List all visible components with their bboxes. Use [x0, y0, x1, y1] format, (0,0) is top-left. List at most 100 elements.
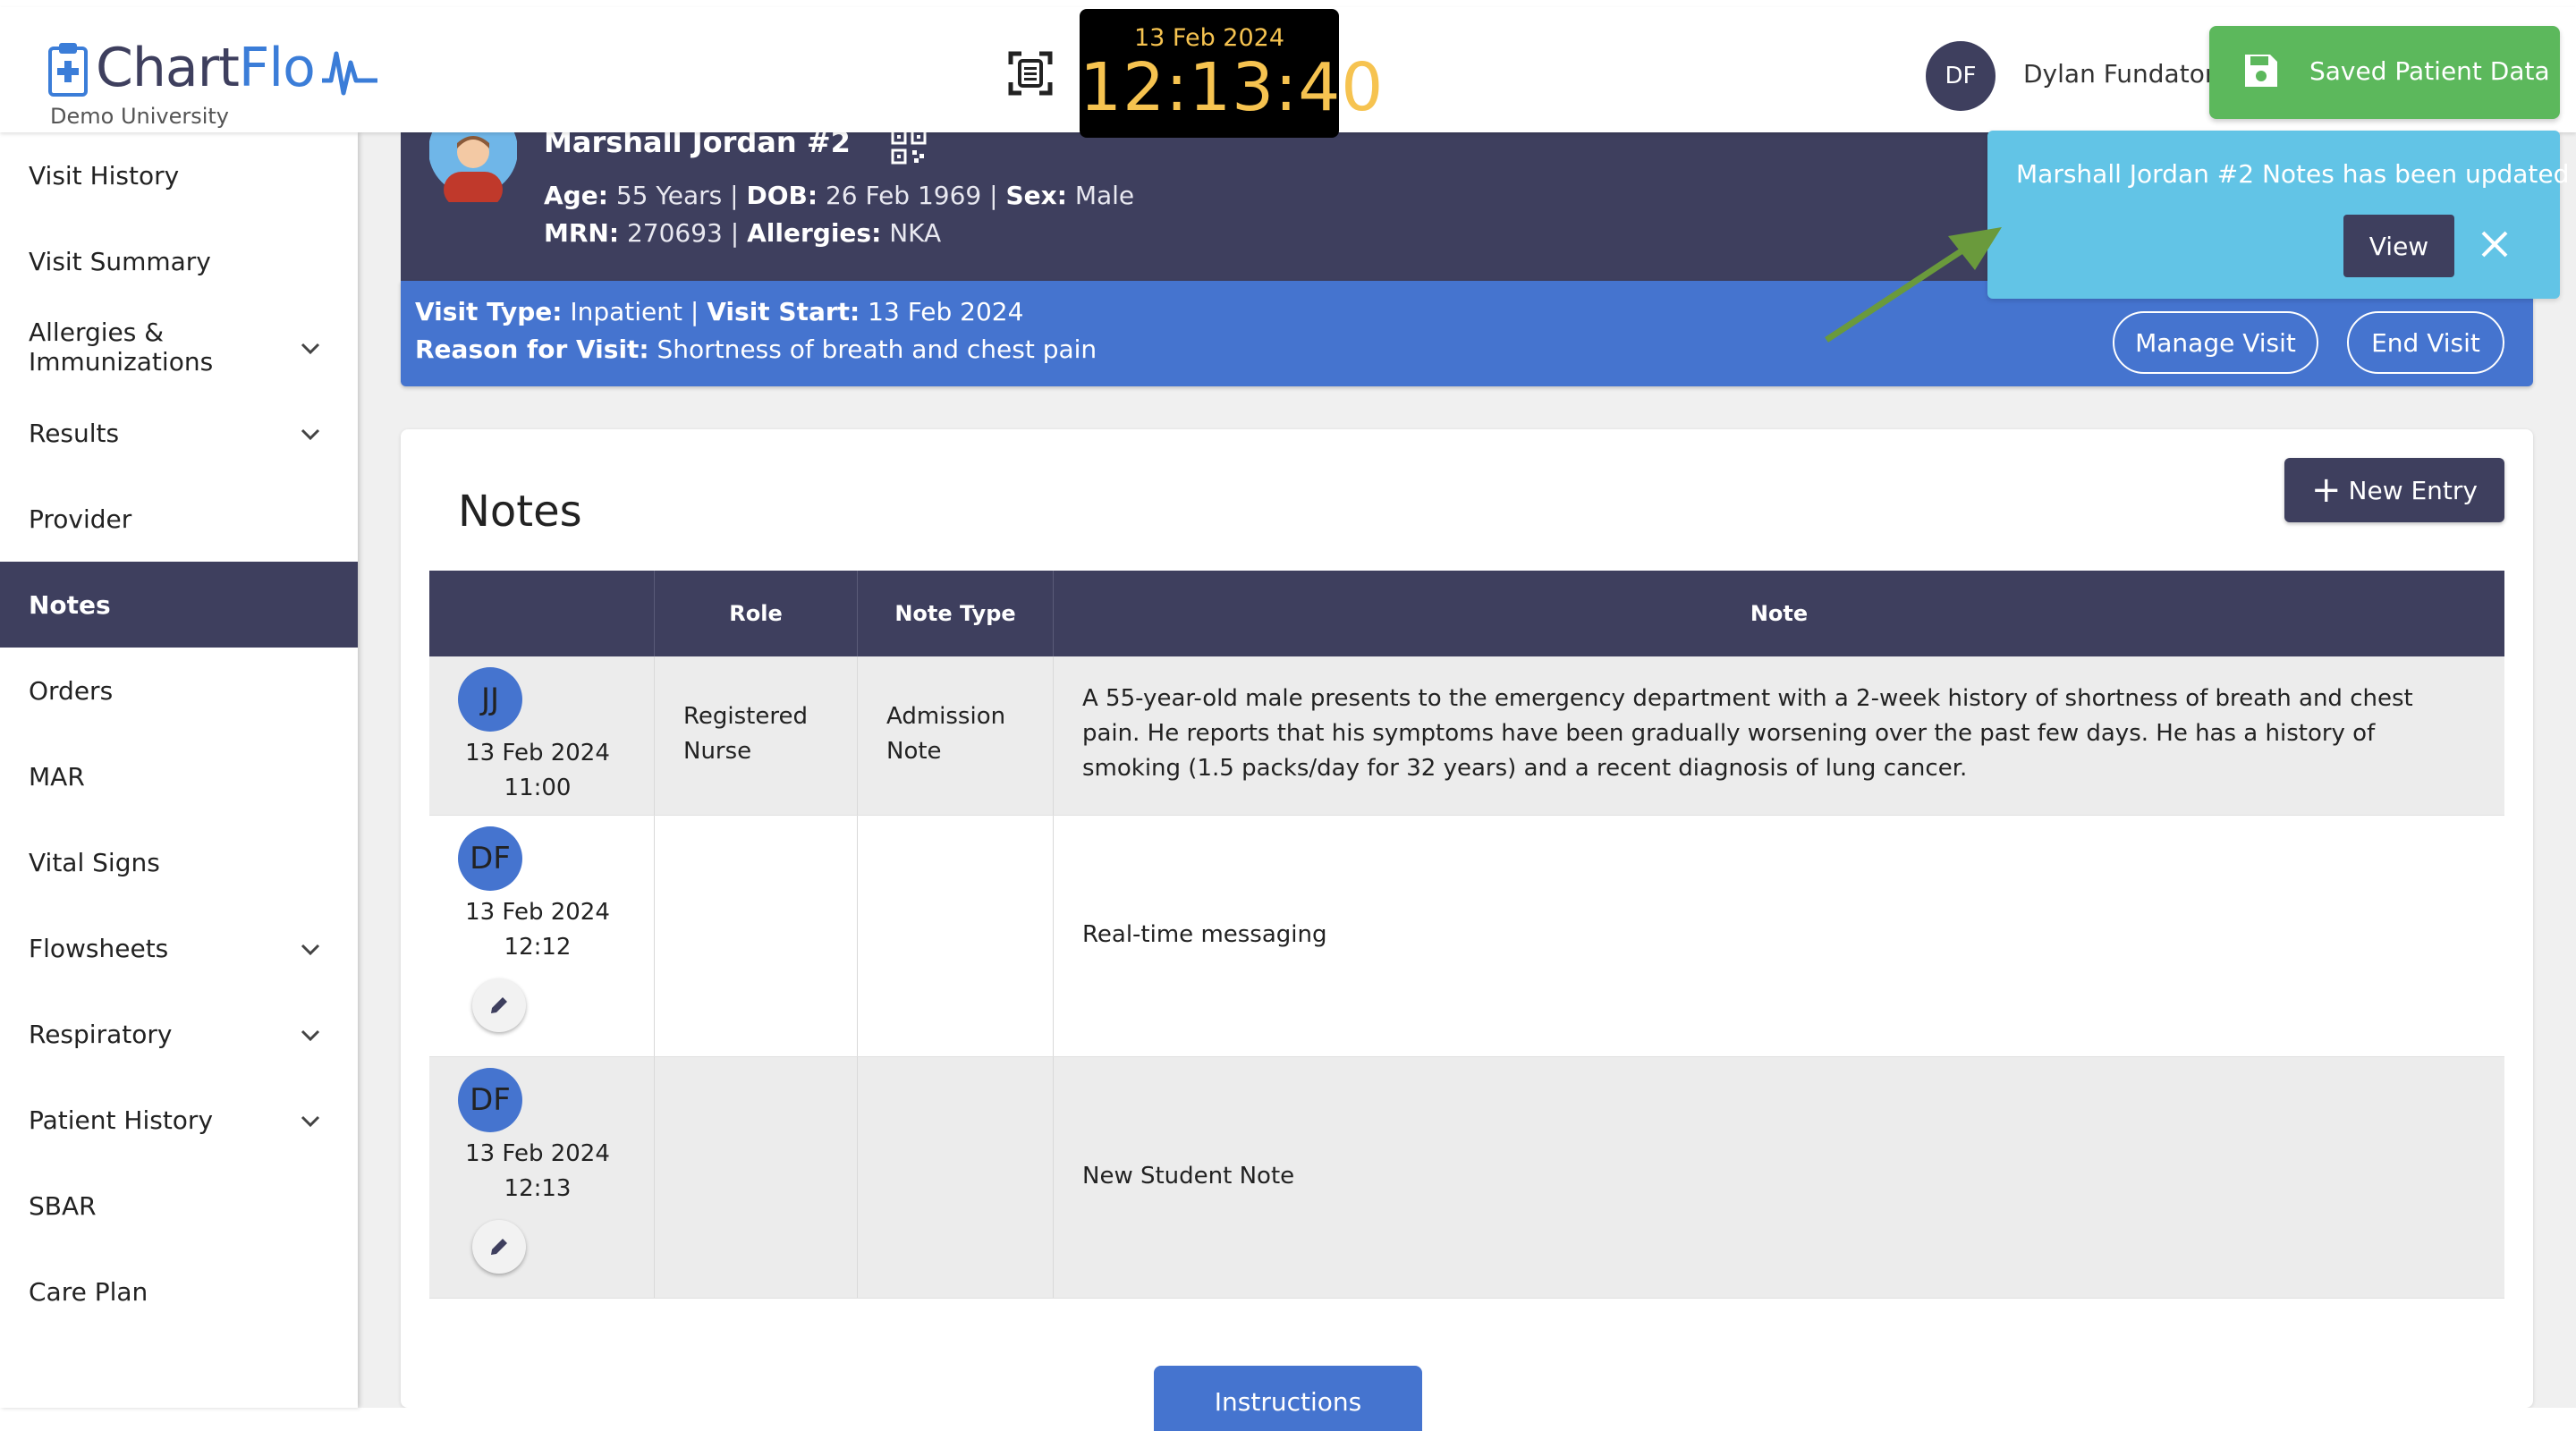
chevron-down-icon[interactable] — [299, 336, 322, 360]
note-time: 12:12 — [504, 934, 572, 961]
column-header-role: Role — [655, 571, 858, 656]
note-text: Real-time messaging — [1082, 921, 1327, 948]
sidebar-item-label: Flowsheets — [29, 933, 169, 963]
patient-avatar-icon — [429, 132, 517, 202]
notification-toast: Marshall Jordan #2 Notes has been update… — [1987, 131, 2569, 299]
pencil-icon — [491, 997, 507, 1013]
author-cell: JJ 13 Feb 2024 11:00 — [429, 656, 655, 815]
sidebar-item-provider[interactable]: Provider — [0, 476, 358, 562]
author-avatar: DF — [458, 826, 522, 891]
sidebar-item-care-plan[interactable]: Care Plan — [0, 1249, 358, 1334]
sidebar-item-vital-signs[interactable]: Vital Signs — [0, 819, 358, 905]
sidebar-item-label: Vital Signs — [29, 847, 160, 877]
role-line: Nurse — [683, 738, 752, 765]
chevron-down-icon[interactable] — [299, 937, 322, 961]
note-text: New Student Note — [1082, 1163, 1295, 1190]
note-type-cell — [858, 816, 1054, 1056]
main-content: Marshall Jordan #2 Age: 55 Years | DOB: … — [358, 132, 2576, 1408]
sidebar-item-label: SBAR — [29, 1190, 97, 1221]
sidebar-item-label: Allergies & Immunizations — [29, 318, 214, 377]
sidebar-item-respiratory[interactable]: Respiratory — [0, 991, 358, 1077]
patient-demographics: Age: 55 Years | DOB: 26 Feb 1969 | Sex: … — [544, 181, 1135, 210]
author-avatar: JJ — [458, 667, 522, 732]
top-bar: ChartFlo Demo University 13 Feb 2024 12:… — [0, 7, 2576, 138]
chevron-down-icon[interactable] — [299, 1023, 322, 1046]
user-name[interactable]: Dylan Fundator — [2023, 59, 2215, 89]
toast-message: Marshall Jordan #2 Notes has been update… — [2016, 159, 2570, 189]
new-entry-button[interactable]: + New Entry — [2284, 458, 2504, 522]
role-cell — [655, 1057, 858, 1298]
edit-note-button[interactable] — [472, 978, 526, 1032]
sidebar-item-allergies-immunizations[interactable]: Allergies & Immunizations — [0, 304, 358, 390]
sim-clock: 13 Feb 2024 12:13:40 — [1080, 9, 1385, 138]
manage-visit-button[interactable]: Manage Visit — [2113, 311, 2318, 374]
column-header-note: Note — [1750, 601, 1809, 626]
sidebar-item-visit-history[interactable]: Visit History — [0, 132, 358, 218]
chartflow-logo[interactable]: ChartFlo Demo University — [47, 32, 377, 131]
saved-patient-data-label: Saved Patient Data — [2309, 56, 2550, 86]
note-time: 11:00 — [504, 775, 572, 801]
author-cell: DF 13 Feb 2024 12:12 — [429, 816, 655, 1056]
table-row[interactable]: DF 13 Feb 2024 12:13 New Student Note — [429, 1057, 2504, 1299]
author-avatar: DF — [458, 1068, 522, 1132]
sidebar-item-label: Provider — [29, 504, 132, 534]
role-cell: Registered Nurse — [655, 656, 858, 815]
sidebar-item-label: Care Plan — [29, 1276, 148, 1307]
heartbeat-icon — [322, 51, 377, 96]
sidebar-item-notes[interactable]: Notes — [0, 562, 358, 648]
user-avatar[interactable]: DF — [1926, 41, 1996, 111]
end-visit-button[interactable]: End Visit — [2347, 311, 2504, 374]
note-date: 13 Feb 2024 — [465, 899, 610, 926]
visit-type-line: Visit Type: Inpatient | Visit Start: 13 … — [415, 297, 1024, 326]
sidebar-item-label: MAR — [29, 761, 85, 792]
annotation-arrow-icon — [1825, 227, 2002, 343]
clock-date: 13 Feb 2024 — [1133, 24, 1285, 52]
sidebar-item-flowsheets[interactable]: Flowsheets — [0, 905, 358, 991]
sidebar-item-patient-history[interactable]: Patient History — [0, 1077, 358, 1163]
sidebar-item-results[interactable]: Results — [0, 390, 358, 476]
table-row[interactable]: JJ 13 Feb 2024 11:00 Registered Nurse Ad… — [429, 656, 2504, 816]
note-type-line: Admission — [886, 703, 1006, 730]
patient-name: Marshall Jordan #2 — [544, 132, 851, 159]
qr-scan-icon[interactable] — [1007, 50, 1054, 97]
note-cell: A 55-year-old male presents to the emerg… — [1054, 656, 2504, 815]
qr-code-icon[interactable] — [891, 132, 927, 165]
note-type-line: Note — [886, 738, 942, 765]
note-cell: Real-time messaging — [1054, 816, 2504, 1056]
sidebar-item-mar[interactable]: MAR — [0, 733, 358, 819]
role-cell — [655, 816, 858, 1056]
sidebar-item-label: Notes — [29, 589, 111, 620]
close-icon[interactable] — [2478, 227, 2512, 261]
sidebar-item-label: Visit Summary — [29, 246, 211, 276]
note-text: A 55-year-old male presents to the emerg… — [1082, 685, 2413, 782]
sidebar-item-label: Patient History — [29, 1105, 214, 1135]
instructions-button[interactable]: Instructions — [1154, 1366, 1422, 1431]
author-cell: DF 13 Feb 2024 12:13 — [429, 1057, 655, 1298]
column-header-author — [429, 571, 655, 656]
notes-card: Notes + New Entry Role Note Type Note JJ… — [401, 429, 2533, 1408]
floppy-disk-icon — [2245, 55, 2277, 87]
sidebar-item-label: Orders — [29, 675, 114, 706]
sidebar-item-visit-summary[interactable]: Visit Summary — [0, 218, 358, 304]
sidebar-item-label: Results — [29, 418, 120, 448]
table-header: Role Note Type Note — [429, 571, 2504, 656]
sidebar-nav: Visit History Visit Summary Allergies & … — [0, 132, 358, 1408]
page-title: Notes — [458, 487, 582, 537]
chevron-down-icon[interactable] — [299, 1109, 322, 1132]
logo-wordmark: ChartFlo — [96, 37, 316, 99]
clipboard-icon — [48, 43, 88, 97]
note-type-cell: Admission Note — [858, 656, 1054, 815]
clock-time: 12:13:40 — [1080, 49, 1385, 126]
chevron-down-icon[interactable] — [299, 422, 322, 445]
edit-note-button[interactable] — [472, 1220, 526, 1274]
visit-reason-line: Reason for Visit: Shortness of breath an… — [415, 334, 1097, 364]
sidebar-item-orders[interactable]: Orders — [0, 648, 358, 733]
pencil-icon — [491, 1239, 507, 1255]
table-row[interactable]: DF 13 Feb 2024 12:12 Real-time messaging — [429, 816, 2504, 1057]
plus-icon: + — [2311, 470, 2342, 511]
note-time: 12:13 — [504, 1175, 572, 1202]
saved-patient-data-button[interactable]: Saved Patient Data — [2209, 26, 2560, 119]
patient-identifiers: MRN: 270693 | Allergies: NKA — [544, 218, 942, 248]
toast-view-button[interactable]: View — [2343, 215, 2454, 277]
sidebar-item-sbar[interactable]: SBAR — [0, 1163, 358, 1249]
